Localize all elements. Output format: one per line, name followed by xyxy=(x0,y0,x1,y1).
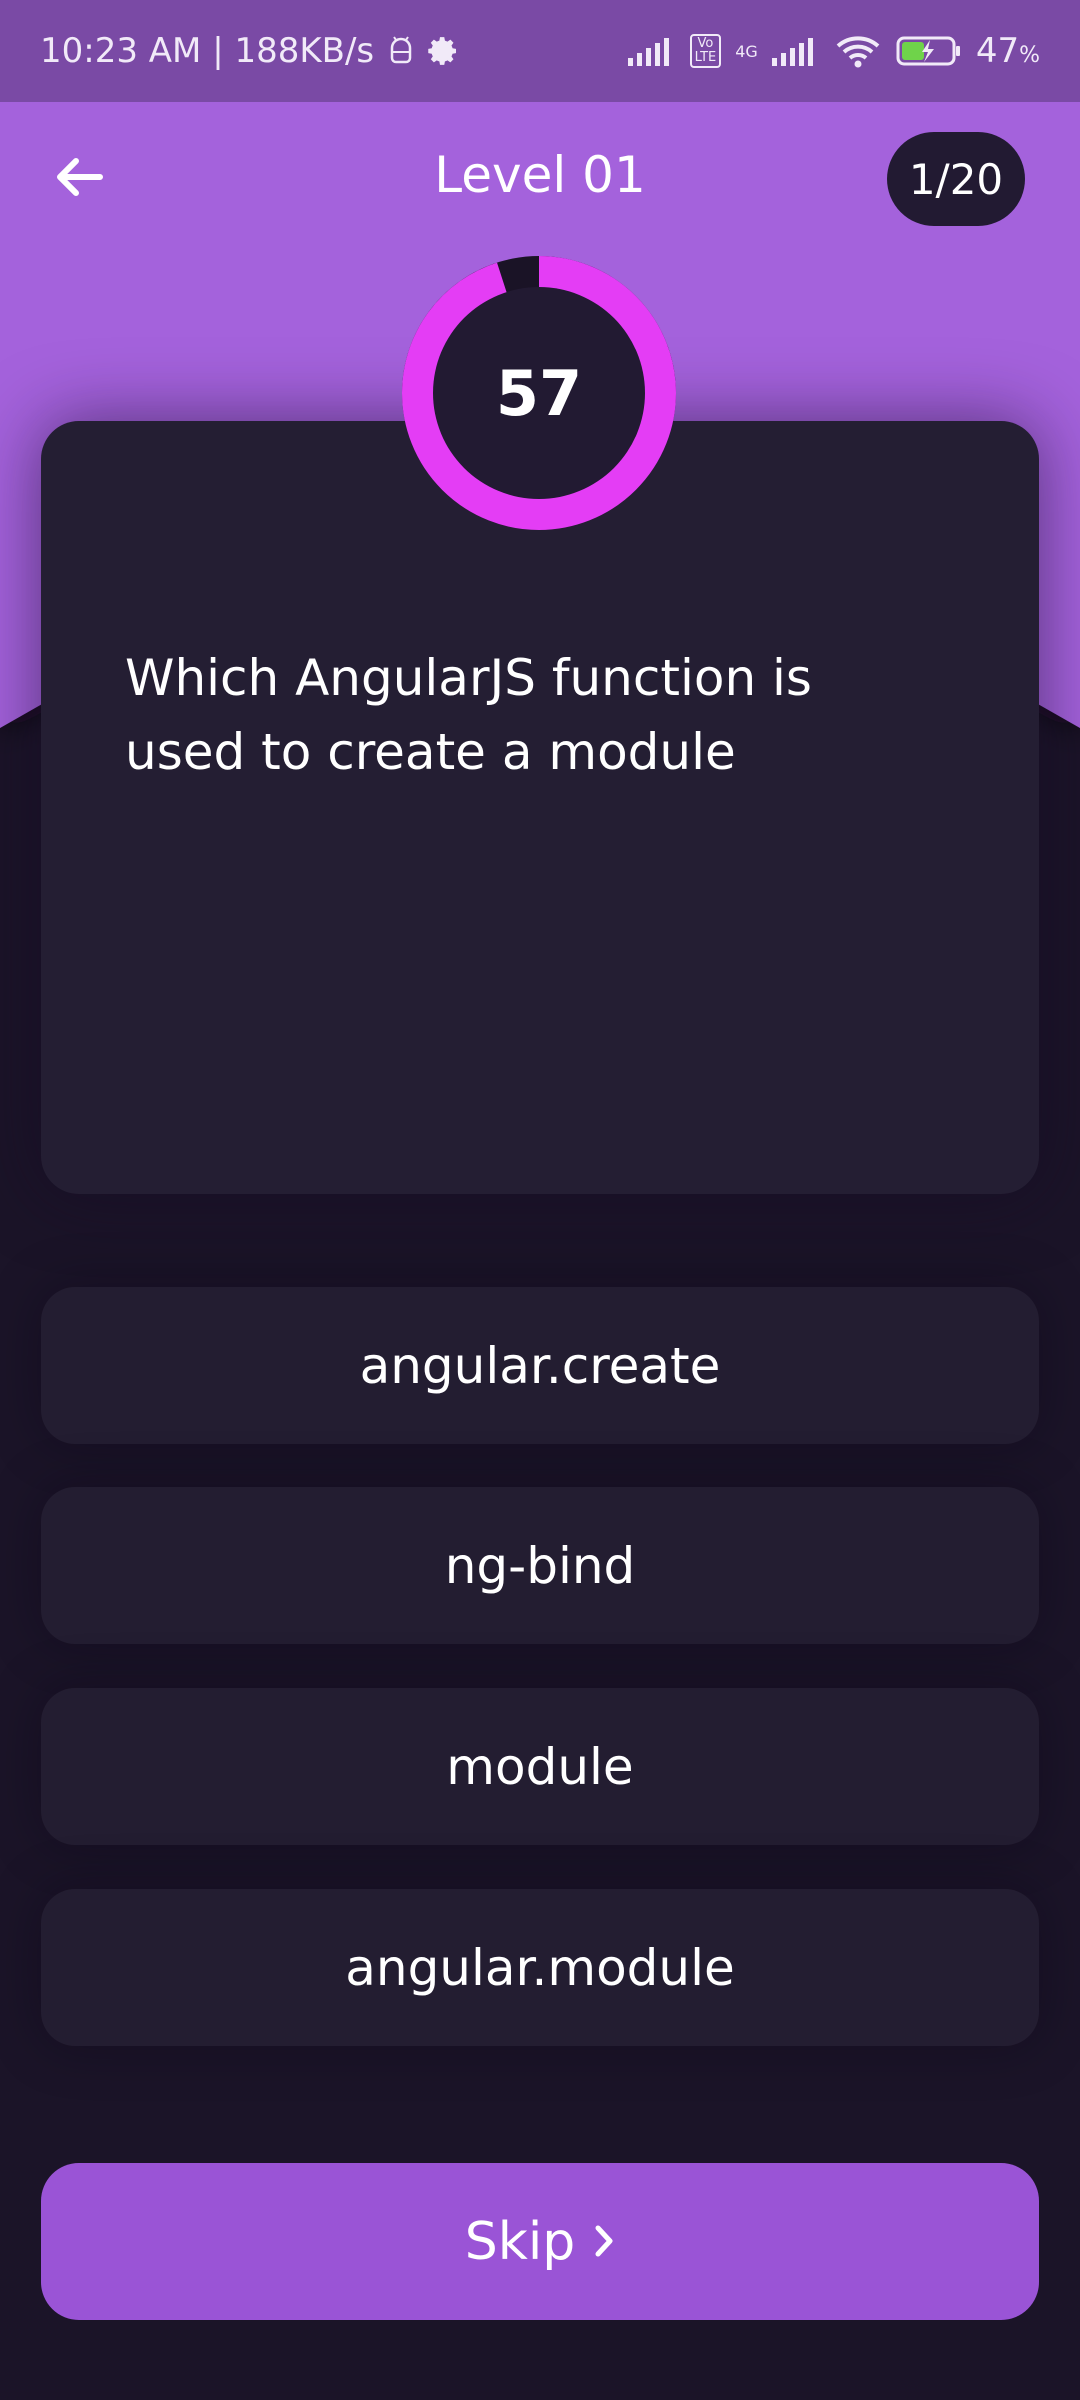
answer-option-1[interactable]: angular.create xyxy=(41,1287,1039,1444)
volte-badge: Vo LTE xyxy=(689,34,722,68)
quiz-header: Level 01 1/20 xyxy=(0,102,1080,257)
question-counter-badge: 1/20 xyxy=(887,132,1025,226)
android-icon xyxy=(388,36,414,66)
gear-icon xyxy=(428,35,460,67)
countdown-timer: 57 xyxy=(402,256,676,530)
signal-bars-icon xyxy=(771,36,820,66)
answer-option-3[interactable]: module xyxy=(41,1688,1039,1845)
battery-percent: 47% xyxy=(975,31,1040,71)
answer-option-2[interactable]: ng-bind xyxy=(41,1487,1039,1644)
timer-value: 57 xyxy=(495,356,583,430)
question-card: Which AngularJS function is used to crea… xyxy=(41,421,1039,1194)
signal-bars-icon xyxy=(627,36,676,66)
status-time-speed: 10:23 AM | 188KB/s xyxy=(40,31,375,71)
battery-charging-icon xyxy=(896,35,962,67)
skip-label: Skip xyxy=(464,2211,576,2272)
network-type: 4G xyxy=(735,41,758,61)
chevron-right-icon xyxy=(593,2212,615,2272)
wifi-icon xyxy=(834,34,882,68)
answer-option-4[interactable]: angular.module xyxy=(41,1889,1039,2046)
status-bar: 10:23 AM | 188KB/s Vo LTE 4G 47% xyxy=(0,0,1080,102)
skip-button[interactable]: Skip xyxy=(41,2163,1039,2320)
question-text: Which AngularJS function is used to crea… xyxy=(125,649,812,781)
